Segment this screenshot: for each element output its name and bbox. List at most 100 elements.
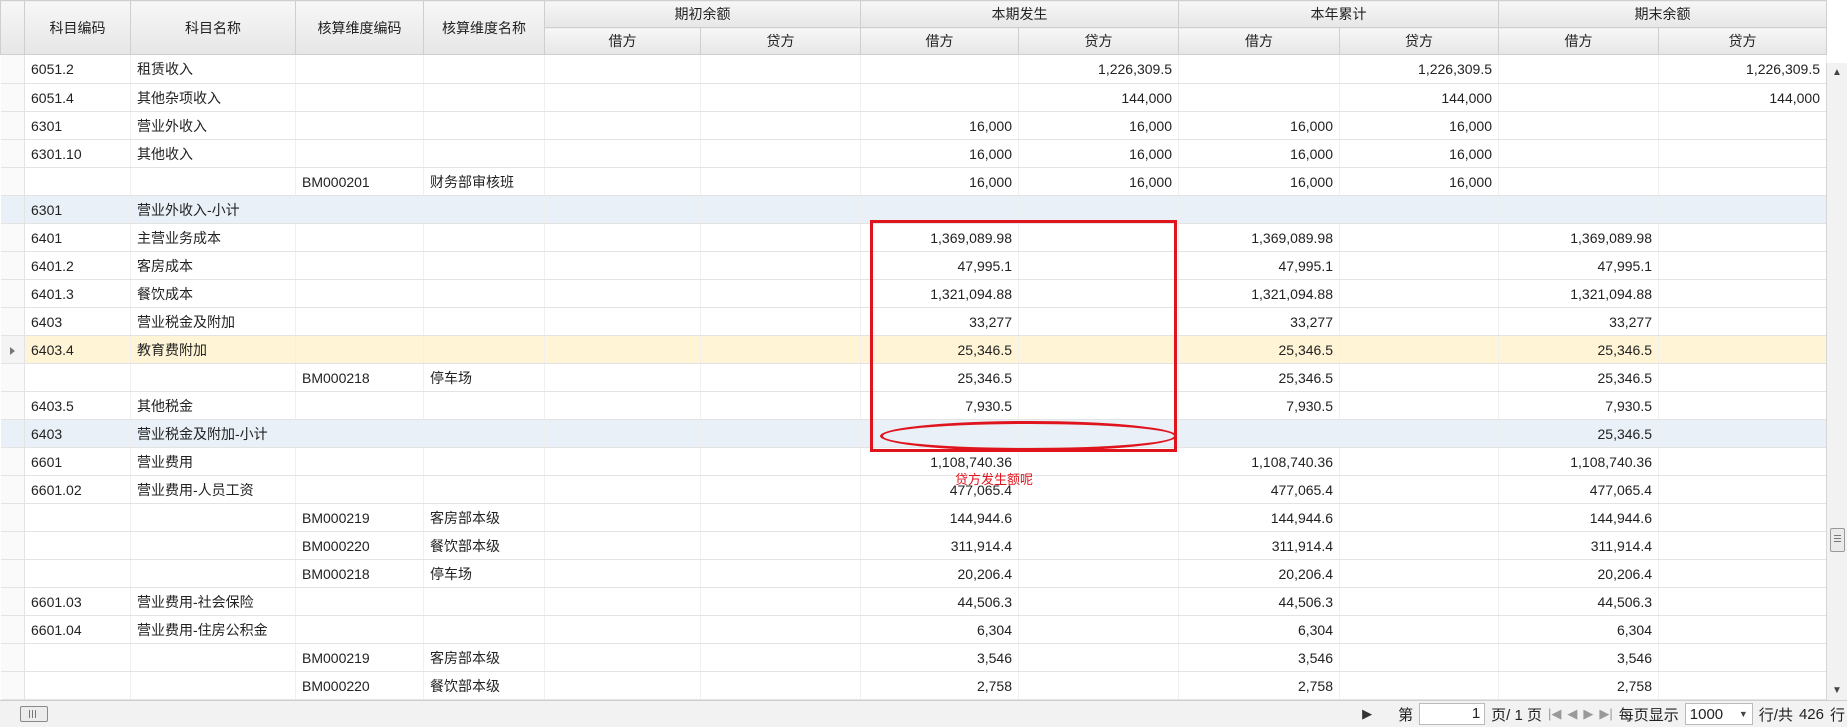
total-count: 426 [1798,705,1824,723]
cell-code: 6403 [24,307,131,336]
horizontal-scroll-thumb[interactable] [20,706,48,722]
cell-opening-credit [700,167,861,196]
col-header-opening-debit[interactable]: 借方 [544,27,701,55]
row-indicator[interactable] [0,223,25,252]
cell-ytd-debit: 7,930.5 [1178,391,1340,420]
table-row[interactable]: 6051.4 其他杂项收入 144,000 144,000 144,000 [0,83,1827,112]
row-indicator[interactable] [0,531,25,560]
col-header-period-debit[interactable]: 借方 [860,27,1019,55]
cell-opening-credit [700,643,861,672]
scroll-down-icon[interactable]: ▼ [1832,685,1842,696]
cell-dim-code [295,223,424,252]
row-indicator[interactable] [0,139,25,168]
cell-ytd-credit [1339,307,1499,336]
row-indicator[interactable] [0,167,25,196]
scroll-right-icon[interactable]: ▶ [1362,706,1372,722]
cell-ytd-debit: 311,914.4 [1178,531,1340,560]
scroll-thumb[interactable] [1830,528,1845,552]
cell-name: 其他收入 [130,139,296,168]
cell-name: 营业费用-住房公积金 [130,615,296,644]
cell-ytd-credit [1339,363,1499,392]
per-page-select[interactable]: 1000 ▼ [1684,703,1753,725]
cell-opening-credit [700,391,861,420]
row-indicator[interactable] [0,643,25,672]
cell-dim-name [423,615,545,644]
row-indicator[interactable] [0,363,25,392]
table-row[interactable]: 6601.02 营业费用-人员工资 477,065.4 477,065.4 477,06… [0,475,1827,504]
table-row[interactable]: BM000220 餐饮部本级 2,758 2,758 2,758 [0,671,1827,700]
row-indicator[interactable] [0,54,25,84]
cell-closing-debit: 144,944.6 [1498,503,1659,532]
cell-closing-debit [1498,111,1659,140]
col-header-ytd-debit[interactable]: 借方 [1178,27,1340,55]
next-page-icon[interactable]: ▶ [1583,706,1593,722]
table-row[interactable]: 6051.2 租赁收入 1,226,309.5 1,226,309.5 1,226,30… [0,54,1827,84]
row-indicator[interactable] [0,671,25,700]
table-row[interactable]: 6601.04 营业费用-住房公积金 6,304 6,304 6,304 [0,615,1827,644]
row-indicator[interactable] [0,195,25,224]
page-input[interactable]: 1 [1419,703,1486,725]
col-header-opening-credit[interactable]: 贷方 [700,27,861,55]
row-indicator[interactable] [0,503,25,532]
table-row[interactable]: BM000220 餐饮部本级 311,914.4 311,914.4 311,914.4 [0,531,1827,560]
cell-code [24,559,131,588]
cell-name: 营业税金及附加-小计 [130,419,296,448]
row-indicator[interactable] [0,251,25,280]
row-indicator[interactable] [0,307,25,336]
cell-dim-code [295,419,424,448]
row-indicator[interactable] [0,559,25,588]
cell-period-debit: 16,000 [860,139,1019,168]
table-row[interactable]: BM000219 客房部本级 3,546 3,546 3,546 [0,643,1827,672]
table-row[interactable]: BM000219 客房部本级 144,944.6 144,944.6 144,944.6 [0,503,1827,532]
col-header-closing-debit[interactable]: 借方 [1498,27,1659,55]
row-indicator[interactable] [0,279,25,308]
row-indicator[interactable] [0,111,25,140]
row-indicator[interactable] [0,587,25,616]
cell-opening-credit [700,363,861,392]
row-indicator[interactable] [0,83,25,112]
scroll-up-icon[interactable]: ▲ [1832,67,1842,78]
row-indicator[interactable] [0,447,25,476]
cell-name [130,531,296,560]
table-row[interactable]: BM000218 停车场 20,206.4 20,206.4 20,206.4 [0,559,1827,588]
cell-opening-debit [544,139,701,168]
col-header-ytd-credit[interactable]: 贷方 [1339,27,1499,55]
row-indicator[interactable] [0,615,25,644]
cell-ytd-debit: 16,000 [1178,139,1340,168]
cell-code [24,643,131,672]
cell-name: 租赁收入 [130,54,296,84]
col-header-period-credit[interactable]: 贷方 [1018,27,1179,55]
cell-dim-name [423,335,545,364]
row-indicator[interactable] [0,335,25,364]
cell-name: 客房成本 [130,251,296,280]
cell-dim-code [295,111,424,140]
first-page-icon[interactable]: |◀ [1548,706,1561,722]
col-header-dim-name[interactable]: 核算维度名称 [423,0,545,55]
cell-closing-debit: 44,506.3 [1498,587,1659,616]
last-page-icon[interactable]: ▶| [1599,706,1612,722]
row-indicator[interactable] [0,475,25,504]
col-header-dim-code[interactable]: 核算维度编码 [295,0,424,55]
cell-ytd-credit [1339,251,1499,280]
col-header-code[interactable]: 科目编码 [24,0,131,55]
cell-opening-debit [544,475,701,504]
cell-dim-name [423,419,545,448]
cell-opening-debit [544,615,701,644]
cell-dim-name: 客房部本级 [423,503,545,532]
cell-opening-credit [700,307,861,336]
table-row[interactable]: 6301.10 其他收入 16,000 16,000 16,000 16,000 [0,139,1827,168]
table-row[interactable]: 6301 营业外收入 16,000 16,000 16,000 16,000 [0,111,1827,140]
col-header-name[interactable]: 科目名称 [130,0,296,55]
row-indicator[interactable] [0,419,25,448]
cell-opening-debit [544,167,701,196]
table-row[interactable]: 6601.03 营业费用-社会保险 44,506.3 44,506.3 44,506.3 [0,587,1827,616]
row-indicator[interactable] [0,391,25,420]
cell-code: 6401.2 [24,251,131,280]
col-header-closing-credit[interactable]: 贷方 [1658,27,1827,55]
cell-closing-credit: 144,000 [1658,83,1827,112]
table-row[interactable]: BM000201 财务部审核班 16,000 16,000 16,000 16,000 [0,167,1827,196]
cell-opening-credit [700,83,861,112]
prev-page-icon[interactable]: ◀ [1567,706,1577,722]
cell-closing-debit: 1,369,089.98 [1498,223,1659,252]
vertical-scrollbar[interactable]: ▲ ▼ [1826,63,1847,700]
